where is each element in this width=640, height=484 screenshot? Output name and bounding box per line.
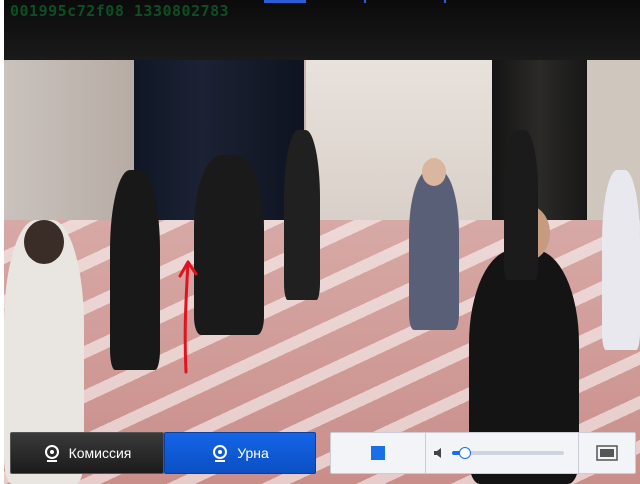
stop-icon (371, 446, 385, 460)
camera-commission-button[interactable]: Комиссия (10, 432, 164, 474)
person (504, 130, 538, 280)
fullscreen-icon (596, 445, 618, 461)
stop-button[interactable] (331, 433, 426, 473)
speaker-icon[interactable] (434, 448, 444, 458)
top-indicator (364, 0, 366, 3)
person (110, 170, 160, 370)
person (602, 170, 640, 350)
webcam-icon (213, 445, 228, 462)
person-head (24, 220, 64, 264)
person (409, 170, 459, 330)
red-arrow-annotation (178, 260, 198, 374)
top-indicator (264, 0, 306, 3)
camera-urn-button[interactable]: Урна (164, 432, 316, 474)
webcam-icon (44, 445, 59, 462)
person (284, 130, 320, 300)
camera-id-overlay: 001995c72f08 1330802783 (10, 2, 230, 20)
top-indicator (444, 0, 446, 3)
video-frame[interactable] (4, 60, 640, 484)
tab-label: Комиссия (68, 445, 132, 461)
player-controls: Комиссия Урна (10, 432, 636, 474)
scene-wall (306, 60, 492, 225)
tab-label: Урна (237, 445, 269, 461)
volume-knob[interactable] (458, 447, 471, 459)
person-head (422, 158, 446, 186)
person (194, 155, 264, 335)
volume-control (426, 433, 576, 473)
video-player[interactable]: 001995c72f08 1330802783 (4, 0, 640, 484)
volume-slider[interactable] (452, 447, 564, 459)
playback-panel (330, 432, 636, 474)
fullscreen-button[interactable] (578, 433, 635, 473)
